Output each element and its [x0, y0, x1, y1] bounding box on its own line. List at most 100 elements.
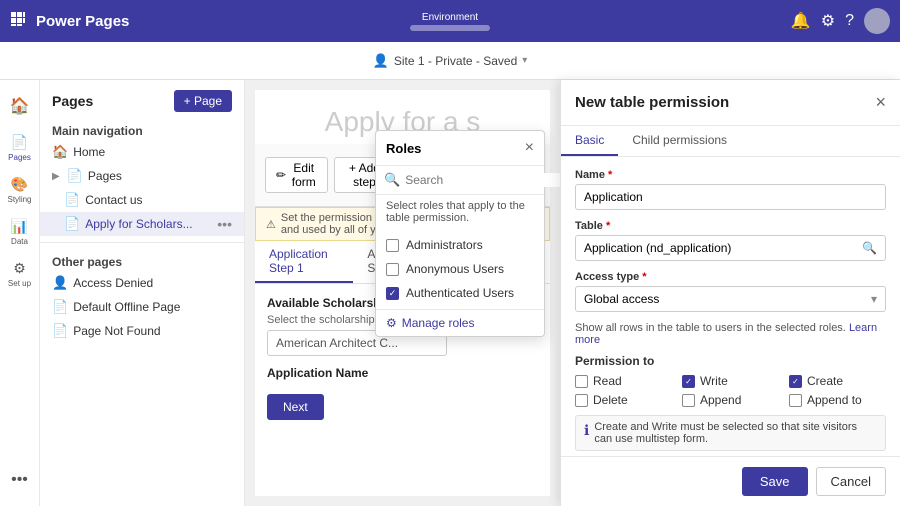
role-item-admin[interactable]: Administrators [376, 233, 544, 257]
roles-dialog-header: Roles × [376, 131, 544, 166]
site-label: Site 1 - Private - Saved [394, 54, 517, 68]
grid-icon[interactable] [10, 11, 26, 32]
warning-bar: ℹ Create and Write must be selected so t… [575, 415, 886, 451]
sidebar-item-pages[interactable]: 📄 Pages [2, 130, 38, 166]
append-checkbox[interactable] [682, 394, 695, 407]
nav-notfound-label: Page Not Found [73, 324, 160, 338]
permission-to-label: Permission to [575, 354, 886, 368]
pages-sidebar: Pages + Page Main navigation 🏠 Home ▶ 📄 … [40, 80, 245, 506]
sidebar-item-home[interactable]: 🏠 [2, 88, 38, 124]
site-bar: 👤 Site 1 - Private - Saved ▾ [0, 42, 900, 80]
role-item-auth[interactable]: ✓ Authenticated Users [376, 281, 544, 305]
other-pages-section: Other pages [40, 249, 244, 271]
name-field: Name * [575, 169, 886, 210]
page-icon: 📄 [67, 168, 83, 184]
next-button[interactable]: Next [267, 394, 324, 420]
access-info: Show all rows in the table to users in t… [575, 322, 886, 346]
admin-checkbox[interactable] [386, 239, 399, 252]
more-icon: ••• [11, 471, 28, 489]
edit-icon: ✏ [276, 168, 286, 182]
nav-item-offline[interactable]: 📄 Default Offline Page [40, 295, 244, 319]
panel-footer: Save Cancel [561, 456, 900, 506]
read-checkbox[interactable] [575, 375, 588, 388]
perm-append: Append [682, 393, 779, 407]
edit-form-button[interactable]: ✏ Edit form [265, 157, 328, 193]
table-select[interactable]: Application (nd_application) 🔍 [575, 235, 886, 261]
nav-offline-label: Default Offline Page [73, 300, 180, 314]
roles-dialog-close[interactable]: × [525, 139, 534, 157]
roles-description: Select roles that apply to the table per… [376, 195, 544, 229]
home-nav-icon: 🏠 [52, 144, 68, 160]
chevron-down-icon[interactable]: ▾ [522, 55, 527, 66]
appname-label: Application Name [267, 366, 538, 380]
info-icon: ⚠ [266, 218, 276, 231]
nav-item-access-denied[interactable]: 👤 Access Denied [40, 271, 244, 295]
notification-icon[interactable]: 🔔 [791, 11, 811, 31]
warning-icon: ℹ [584, 422, 589, 439]
create-checkbox[interactable]: ✓ [789, 375, 802, 388]
notfound-icon: 📄 [52, 323, 68, 339]
apply-icon: 📄 [64, 216, 80, 232]
access-label: Access type * [575, 271, 886, 283]
main-layout: 🏠 📄 Pages 🎨 Styling 📊 Data ⚙ Set up ••• … [0, 80, 900, 506]
setup-icon: ⚙ [13, 260, 26, 277]
divider [40, 242, 244, 243]
name-input[interactable] [575, 184, 886, 210]
anon-checkbox[interactable] [386, 263, 399, 276]
home-icon: 🏠 [10, 96, 30, 116]
role-item-anon[interactable]: Anonymous Users [376, 257, 544, 281]
roles-search: 🔍 [376, 166, 544, 195]
table-field: Table * Application (nd_application) 🔍 [575, 220, 886, 261]
sidebar-item-data[interactable]: 📊 Data [2, 214, 38, 250]
write-checkbox[interactable]: ✓ [682, 375, 695, 388]
help-icon[interactable]: ? [845, 12, 854, 30]
nav-item-more-icon[interactable]: ••• [217, 216, 232, 232]
site-icon: 👤 [373, 53, 389, 69]
sidebar-item-setup[interactable]: ⚙ Set up [2, 256, 38, 292]
auth-checkbox[interactable]: ✓ [386, 287, 399, 300]
access-field: Access type * Global access ▾ [575, 271, 886, 312]
right-panel: New table permission × Basic Child permi… [560, 80, 900, 506]
nav-item-home[interactable]: 🏠 Home [40, 140, 244, 164]
name-label: Name * [575, 169, 886, 181]
nav-home-label: Home [73, 145, 105, 159]
roles-dialog: Roles × 🔍 Select roles that apply to the… [375, 130, 545, 337]
panel-header: New table permission × [561, 80, 900, 126]
settings-icon[interactable]: ⚙ [821, 11, 835, 31]
delete-checkbox[interactable] [575, 394, 588, 407]
manage-icon: ⚙ [386, 316, 397, 330]
manage-roles-footer[interactable]: ⚙ Manage roles [376, 309, 544, 336]
save-button[interactable]: Save [742, 467, 808, 496]
sidebar-item-styling[interactable]: 🎨 Styling [2, 172, 38, 208]
nav-item-contact[interactable]: 📄 Contact us [40, 188, 244, 212]
search-input[interactable] [405, 173, 560, 187]
table-label: Table * [575, 220, 886, 232]
panel-close-button[interactable]: × [875, 92, 886, 113]
sidebar-header: Pages + Page [40, 80, 244, 118]
icon-sidebar: 🏠 📄 Pages 🎨 Styling 📊 Data ⚙ Set up ••• [0, 80, 40, 506]
nav-contact-label: Contact us [85, 193, 142, 207]
tab-step1[interactable]: Application Step 1 [255, 241, 353, 283]
access-select[interactable]: Global access ▾ [575, 286, 886, 312]
appendto-checkbox[interactable] [789, 394, 802, 407]
avatar[interactable] [864, 8, 890, 34]
perm-read: Read [575, 374, 672, 388]
nav-item-not-found[interactable]: 📄 Page Not Found [40, 319, 244, 343]
chevron-down-icon: ▾ [871, 292, 877, 306]
table-search-icon: 🔍 [862, 241, 877, 255]
nav-item-pages[interactable]: ▶ 📄 Pages [40, 164, 244, 188]
permission-grid: Read ✓ Write ✓ Create Delete Append [575, 374, 886, 407]
main-nav-section: Main navigation [40, 118, 244, 140]
tab-basic[interactable]: Basic [561, 126, 618, 156]
add-page-button[interactable]: + Page [174, 90, 232, 112]
sidebar-item-more[interactable]: ••• [2, 462, 38, 498]
topbar: Power Pages Environment 🔔 ⚙ ? [0, 0, 900, 42]
nav-item-apply[interactable]: 📄 Apply for Scholars... ••• [40, 212, 244, 236]
offline-icon: 📄 [52, 299, 68, 315]
perm-create: ✓ Create [789, 374, 886, 388]
data-icon: 📊 [11, 218, 28, 235]
cancel-button[interactable]: Cancel [816, 467, 886, 496]
environment-indicator: Environment [410, 12, 490, 31]
tab-child-permissions[interactable]: Child permissions [618, 126, 741, 156]
search-icon: 🔍 [384, 172, 400, 188]
